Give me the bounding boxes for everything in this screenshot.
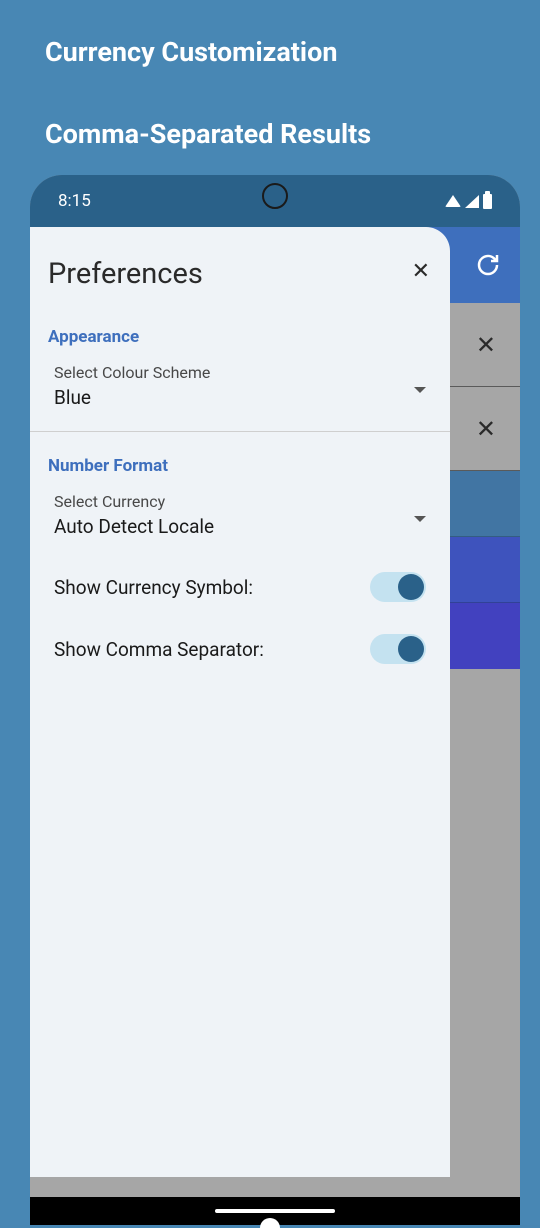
color-swatch-2[interactable] <box>450 537 520 603</box>
status-icons <box>445 194 492 209</box>
close-icon[interactable]: ✕ <box>410 257 432 286</box>
status-time: 8:15 <box>58 191 91 211</box>
currency-dropdown[interactable]: Select Currency Auto Detect Locale <box>30 484 450 556</box>
show-currency-symbol-label: Show Currency Symbol: <box>54 576 253 599</box>
appearance-section-header: Appearance <box>30 319 450 355</box>
colour-scheme-label: Select Colour Scheme <box>54 363 426 382</box>
promo-heading-1: Currency Customization <box>0 0 540 68</box>
color-swatch-1[interactable] <box>450 471 520 537</box>
camera-notch <box>262 183 288 209</box>
preferences-title: Preferences <box>48 257 203 291</box>
show-currency-symbol-toggle[interactable] <box>370 572 426 602</box>
color-swatch-3[interactable] <box>450 603 520 669</box>
battery-icon <box>483 194 492 209</box>
phone-frame: 8:15 ✕ ✕ Preferences ✕ Appearance <box>30 175 520 1225</box>
currency-value: Auto Detect Locale <box>54 515 426 538</box>
show-comma-separator-label: Show Comma Separator: <box>54 638 264 661</box>
preferences-sheet: Preferences ✕ Appearance Select Colour S… <box>30 227 450 1177</box>
status-bar: 8:15 <box>30 175 520 227</box>
sheet-header: Preferences ✕ <box>30 247 450 319</box>
wifi-icon <box>445 195 461 207</box>
promo-heading-2: Comma-Separated Results <box>0 68 540 150</box>
toggle-knob <box>398 636 424 662</box>
show-comma-separator-toggle[interactable] <box>370 634 426 664</box>
number-format-section-header: Number Format <box>30 448 450 484</box>
chevron-down-icon <box>414 516 426 522</box>
show-currency-symbol-row: Show Currency Symbol: <box>30 556 450 618</box>
refresh-icon[interactable] <box>476 253 500 277</box>
toggle-knob <box>398 574 424 600</box>
close-icon[interactable]: ✕ <box>476 415 496 443</box>
signal-icon <box>465 195 479 208</box>
show-comma-separator-row: Show Comma Separator: <box>30 618 450 680</box>
divider <box>30 431 450 432</box>
currency-label: Select Currency <box>54 492 426 511</box>
nav-handle[interactable] <box>215 1209 335 1213</box>
close-icon[interactable]: ✕ <box>476 331 496 359</box>
chevron-down-icon <box>414 387 426 393</box>
colour-scheme-value: Blue <box>54 386 426 409</box>
colour-scheme-dropdown[interactable]: Select Colour Scheme Blue <box>30 355 450 427</box>
